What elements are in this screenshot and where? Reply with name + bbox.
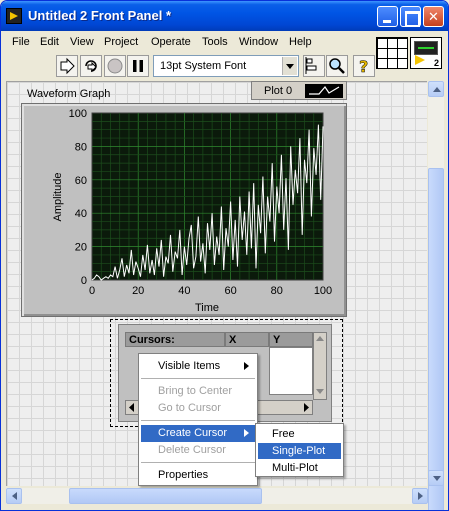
menu-item-label: Bring to Center [158,385,232,397]
run-continuously-button[interactable] [80,55,102,77]
svg-text:?: ? [359,57,368,76]
menu-item-properties[interactable]: Properties [141,467,255,484]
menu-item-label: Properties [158,469,209,481]
context-menu: Visible Items Bring to Center Go to Curs… [138,353,258,486]
menu-bar: File Edit View Project Operate Tools Win… [1,32,371,52]
y-tick-label: 100 [69,108,87,120]
menu-item-delete-cursor[interactable]: Delete Cursor [141,442,255,459]
waveform-graph-label: Waveform Graph [27,88,111,100]
font-select-value: 13pt System Font [160,60,247,72]
cursor-legend-table[interactable] [269,347,313,395]
front-panel-window: Untitled 2 Front Panel * File Edit View … [0,0,449,511]
plot-legend[interactable]: Plot 0 [251,81,347,100]
run-arrow-icon [60,57,75,75]
connector-pane[interactable] [376,37,408,69]
maximize-button[interactable] [400,6,421,27]
chevron-down-icon[interactable] [282,57,297,75]
scroll-up-icon[interactable] [428,81,444,97]
y-tick-labels: 100 80 60 40 20 0 [69,108,87,287]
x-tick-labels: 0 20 40 60 80 100 [89,285,332,297]
menu-item-visible-items[interactable]: Visible Items [141,358,255,375]
context-help-button[interactable]: ? [353,55,375,77]
x-tick-label: 20 [132,285,144,297]
menu-operate[interactable]: Operate [151,36,191,48]
run-button[interactable] [56,55,78,77]
vi-icon[interactable]: 2 [410,37,442,69]
close-button[interactable] [423,6,444,27]
menu-project[interactable]: Project [104,36,138,48]
plot-legend-label: Plot 0 [264,85,293,97]
minimize-button[interactable] [377,6,398,27]
menu-item-label: Visible Items [158,360,221,372]
plot-grid [92,113,323,280]
align-objects-button[interactable] [303,55,325,77]
menu-separator [141,420,255,421]
menu-item-create-cursor[interactable]: Create Cursor [141,425,255,442]
y-axis-label: Amplitude [52,173,64,222]
scroll-down-icon[interactable] [428,470,444,486]
x-tick-label: 60 [224,285,236,297]
menu-item-go-to-cursor[interactable]: Go to Cursor [141,400,255,417]
menu-item-label: Delete Cursor [158,444,226,456]
submenu-arrow-icon [244,429,249,437]
menu-window[interactable]: Window [239,36,278,48]
vertical-scrollbar[interactable] [428,81,444,510]
menu-view[interactable]: View [70,36,94,48]
pause-button[interactable] [127,55,149,77]
cursor-legend-header-x: X [225,332,269,347]
abort-button[interactable] [104,55,126,77]
x-tick-label: 40 [178,285,190,297]
vertical-scroll-thumb[interactable] [428,168,444,510]
cursor-legend-vscroll[interactable] [313,332,327,400]
x-tick-label: 80 [271,285,283,297]
menu-edit[interactable]: Edit [40,36,59,48]
arrow-icon [415,55,425,65]
y-tick-label: 60 [75,175,87,187]
monitor-icon [414,41,438,55]
font-select[interactable]: 13pt System Font [153,55,299,77]
vi-icon-number: 2 [433,58,439,68]
x-tick-label: 0 [89,285,95,297]
menu-separator [141,462,255,463]
menu-separator [141,378,255,379]
x-tick-label: 100 [314,285,332,297]
horizontal-scrollbar[interactable] [6,488,428,504]
menu-file[interactable]: File [12,36,30,48]
x-axis-label: Time [195,302,219,314]
submenu-item-single-plot[interactable]: Single-Plot [258,443,341,459]
y-tick-label: 20 [75,242,87,254]
cursor-legend-header-y: Y [269,332,313,347]
search-button[interactable] [326,55,348,77]
cursor-legend-header-cursors: Cursors: [125,332,225,347]
title-bar[interactable]: Untitled 2 Front Panel * [1,1,448,31]
y-tick-label: 0 [81,275,87,287]
help-question-icon: ? [359,57,369,77]
y-tick-label: 80 [75,141,87,153]
menu-help[interactable]: Help [289,36,312,48]
waveform-graph-plot[interactable]: 100 80 60 40 20 0 0 20 40 60 80 100 Amplitude Time [21,103,347,317]
plot-line-swatch-icon[interactable] [305,84,343,98]
submenu-arrow-icon [244,362,249,370]
y-tick-label: 40 [75,208,87,220]
pause-icon [133,60,143,72]
labview-app-icon[interactable] [6,8,22,24]
scroll-arrows-icon [316,336,324,394]
window-title: Untitled 2 Front Panel * [28,8,172,23]
menu-item-label: Go to Cursor [158,402,221,414]
run-continuously-icon [85,60,97,73]
create-cursor-submenu: Free Single-Plot Multi-Plot [255,423,344,477]
scroll-left-icon[interactable] [6,488,22,504]
align-objects-icon [305,57,317,74]
menu-tools[interactable]: Tools [202,36,228,48]
menu-item-label: Create Cursor [158,427,228,439]
magnifier-icon [329,58,345,74]
horizontal-scroll-thumb[interactable] [69,488,262,504]
submenu-item-free[interactable]: Free [258,426,341,442]
submenu-item-multi-plot[interactable]: Multi-Plot [258,460,341,476]
scroll-right-icon[interactable] [412,488,428,504]
menu-item-bring-to-center[interactable]: Bring to Center [141,383,255,400]
stop-sign-icon [107,58,123,74]
